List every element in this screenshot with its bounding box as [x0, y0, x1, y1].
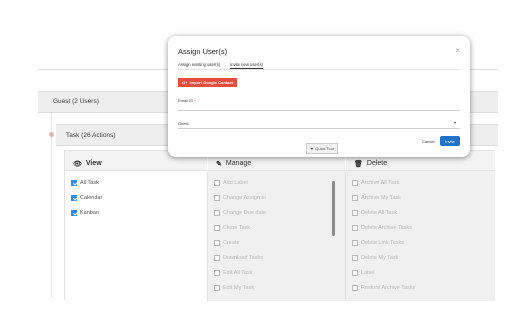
delete-item[interactable]: Archive My Task [352, 190, 495, 205]
view-item-kanban[interactable]: Kanban [71, 205, 207, 220]
checkbox[interactable] [352, 209, 358, 216]
manage-item[interactable]: Download Tasks [214, 250, 345, 265]
manage-item[interactable]: Change Assign to [214, 190, 345, 205]
item-label: Delete Archive Tasks [361, 224, 412, 231]
view-item-calendar[interactable]: Calendar [71, 190, 207, 205]
item-label: Restore Archive Tasks [361, 284, 416, 291]
delete-title: Delete [366, 160, 388, 167]
permissions-panel: 👁 View All Task Calendar Kanban ✎ Manage… [64, 150, 495, 301]
checkbox[interactable] [214, 209, 220, 216]
manage-item[interactable]: Add Label [214, 175, 345, 190]
checkbox[interactable] [214, 179, 220, 186]
item-label: Calendar [80, 194, 103, 201]
item-label: Delete All Task [361, 209, 397, 216]
item-label: Archive All Task [361, 179, 400, 186]
checkbox[interactable] [352, 179, 358, 186]
checkbox[interactable] [352, 194, 358, 201]
checkbox-checked[interactable] [71, 179, 77, 186]
modal-tabs: Assign existing user(s) Invite new user(… [178, 60, 460, 70]
manage-item[interactable]: Edit All Task [214, 265, 345, 280]
checkbox-checked[interactable] [71, 194, 77, 201]
task-title: Task (26 Actions) [66, 132, 116, 139]
role-select-value[interactable]: Guest [178, 121, 189, 126]
chevron-down-icon[interactable]: ▾ [454, 120, 456, 125]
import-google-label: Import Google Contact [189, 80, 233, 85]
import-google-contact-button[interactable]: G+ Import Google Contact [178, 78, 237, 87]
item-label: Add Label [223, 179, 248, 186]
item-label: Edit All Task [223, 269, 253, 276]
invite-button[interactable]: Invite [440, 136, 460, 146]
item-label: All Task [80, 179, 99, 186]
item-label: Create [223, 239, 240, 246]
item-label: Kanban [80, 209, 99, 216]
manage-item[interactable]: Edit My Task [214, 280, 345, 295]
required-mark: * [194, 98, 196, 103]
modal-title: Assign User(s) [178, 47, 228, 56]
trash-icon: 🗑 [354, 160, 363, 168]
item-label: Edit My Task [223, 284, 255, 291]
role-select[interactable] [178, 128, 460, 129]
item-label: Download Tasks [223, 254, 263, 261]
scrollbar[interactable] [332, 181, 335, 236]
view-column: 👁 View All Task Calendar Kanban [65, 151, 207, 301]
close-icon[interactable]: × [455, 46, 460, 55]
checkbox[interactable] [352, 284, 358, 291]
delete-item[interactable]: Delete My Task [352, 250, 495, 265]
checkbox[interactable] [352, 269, 358, 276]
checkbox[interactable] [214, 239, 220, 246]
tab-assign-existing[interactable]: Assign existing user(s) [178, 62, 220, 67]
cancel-button[interactable]: Cancel [422, 139, 434, 144]
manage-title: Manage [225, 160, 252, 167]
view-title: View [85, 160, 102, 167]
delete-item[interactable]: Restore Archive Tasks [352, 280, 495, 295]
item-label: Label [361, 269, 375, 276]
group-title: Guest (2 Users) [53, 98, 99, 105]
delete-item[interactable]: Delete Archive Tasks [352, 220, 495, 235]
page: Guest (2 Users) Task (26 Actions) 👁 View… [0, 0, 532, 323]
tree-node-dot [49, 132, 54, 137]
item-label: Delete My Task [361, 254, 399, 261]
quick-tour-button[interactable]: ☚ Quick Tour [306, 143, 338, 154]
pencil-icon: ✎ [216, 160, 222, 168]
item-label: Delete Link Tasks [361, 239, 405, 246]
view-item-all-task[interactable]: All Task [71, 175, 207, 190]
eye-icon: 👁 [73, 160, 82, 168]
email-label: Email ID * [178, 98, 196, 103]
item-label: Change Due date [223, 209, 267, 216]
manage-item[interactable]: Create [214, 235, 345, 250]
delete-item[interactable]: Delete All Task [352, 205, 495, 220]
delete-item[interactable]: Label [352, 265, 495, 280]
email-field[interactable] [178, 110, 460, 111]
google-plus-icon: G+ [182, 80, 188, 85]
manage-item[interactable]: Clone Task [214, 220, 345, 235]
checkbox[interactable] [214, 254, 220, 261]
delete-item[interactable]: Archive All Task [352, 175, 495, 190]
checkbox[interactable] [352, 224, 358, 231]
item-label: Archive My Task [361, 194, 401, 201]
manage-column: ✎ Manage Add Label Change Assign to Chan… [208, 151, 345, 301]
delete-item[interactable]: Delete Link Tasks [352, 235, 495, 250]
checkbox[interactable] [214, 284, 220, 291]
checkbox[interactable] [214, 269, 220, 276]
checkbox[interactable] [214, 224, 220, 231]
checkbox[interactable] [214, 194, 220, 201]
checkbox[interactable] [352, 239, 358, 246]
delete-column: 🗑 Delete Archive All Task Archive My Tas… [346, 151, 495, 301]
assign-users-modal: Assign User(s) × Assign existing user(s)… [168, 36, 470, 157]
checkbox-checked[interactable] [71, 209, 77, 216]
hand-icon: ☚ [309, 146, 314, 151]
tab-invite-new[interactable]: Invite new user(s) [230, 62, 264, 69]
tree-line [51, 113, 52, 298]
item-label: Change Assign to [223, 194, 267, 201]
item-label: Clone Task [223, 224, 251, 231]
manage-item[interactable]: Change Due date [214, 205, 345, 220]
quick-tour-label: Quick Tour [315, 146, 335, 151]
email-label-text: Email ID [178, 98, 194, 103]
checkbox[interactable] [352, 254, 358, 261]
